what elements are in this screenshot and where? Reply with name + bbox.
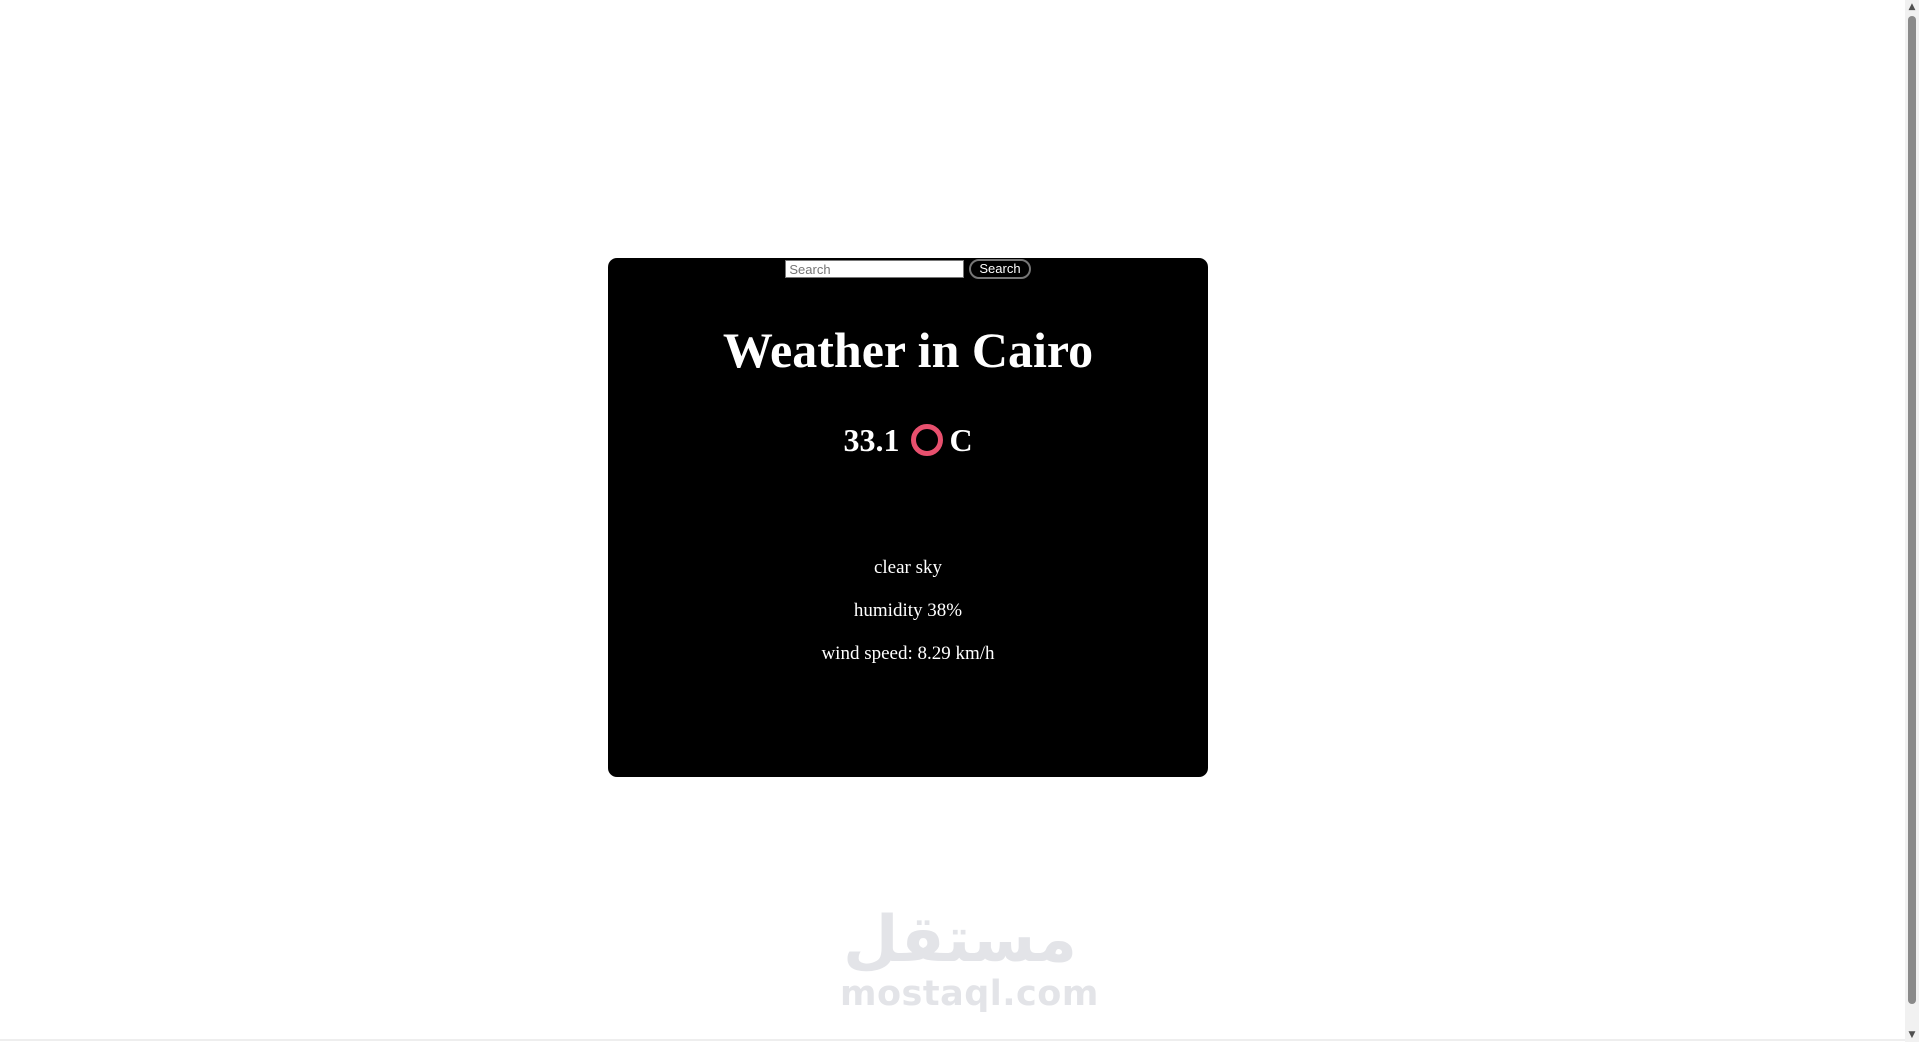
page-title: Weather in Cairo [722, 322, 1094, 378]
weather-details: clear sky humidity 38% wind speed: 8.29 … [608, 555, 1208, 684]
weather-description: clear sky [873, 557, 943, 578]
watermark-latin: mostaql.com [840, 974, 1099, 1014]
vertical-scrollbar[interactable]: ▲ ▼ [1905, 0, 1919, 1042]
search-button[interactable]: Search [969, 259, 1031, 279]
watermark-arabic: مستقل [842, 903, 1078, 977]
divider [0, 1039, 1905, 1041]
wind-speed-text: wind speed: 8.29 km/h [821, 643, 995, 664]
scrollbar-thumb[interactable] [1908, 16, 1916, 1004]
temperature-value: 33.1 [843, 422, 900, 458]
search-bar: Search [608, 258, 1208, 280]
humidity-text: humidity 38% [853, 600, 963, 621]
chevron-down-icon[interactable]: ▼ [1905, 1028, 1919, 1042]
page: Search Weather in Cairo 33.1 C clear sky… [0, 0, 1919, 1042]
chevron-up-icon[interactable]: ▲ [1905, 0, 1919, 14]
temperature: 33.1 C [608, 421, 1208, 459]
watermark: مستقل mostaql.com [840, 903, 1099, 1014]
search-input[interactable] [785, 260, 965, 278]
weather-card: Search Weather in Cairo 33.1 C clear sky… [608, 258, 1208, 777]
temperature-unit: C [949, 422, 973, 458]
degree-ring-icon [911, 424, 944, 457]
